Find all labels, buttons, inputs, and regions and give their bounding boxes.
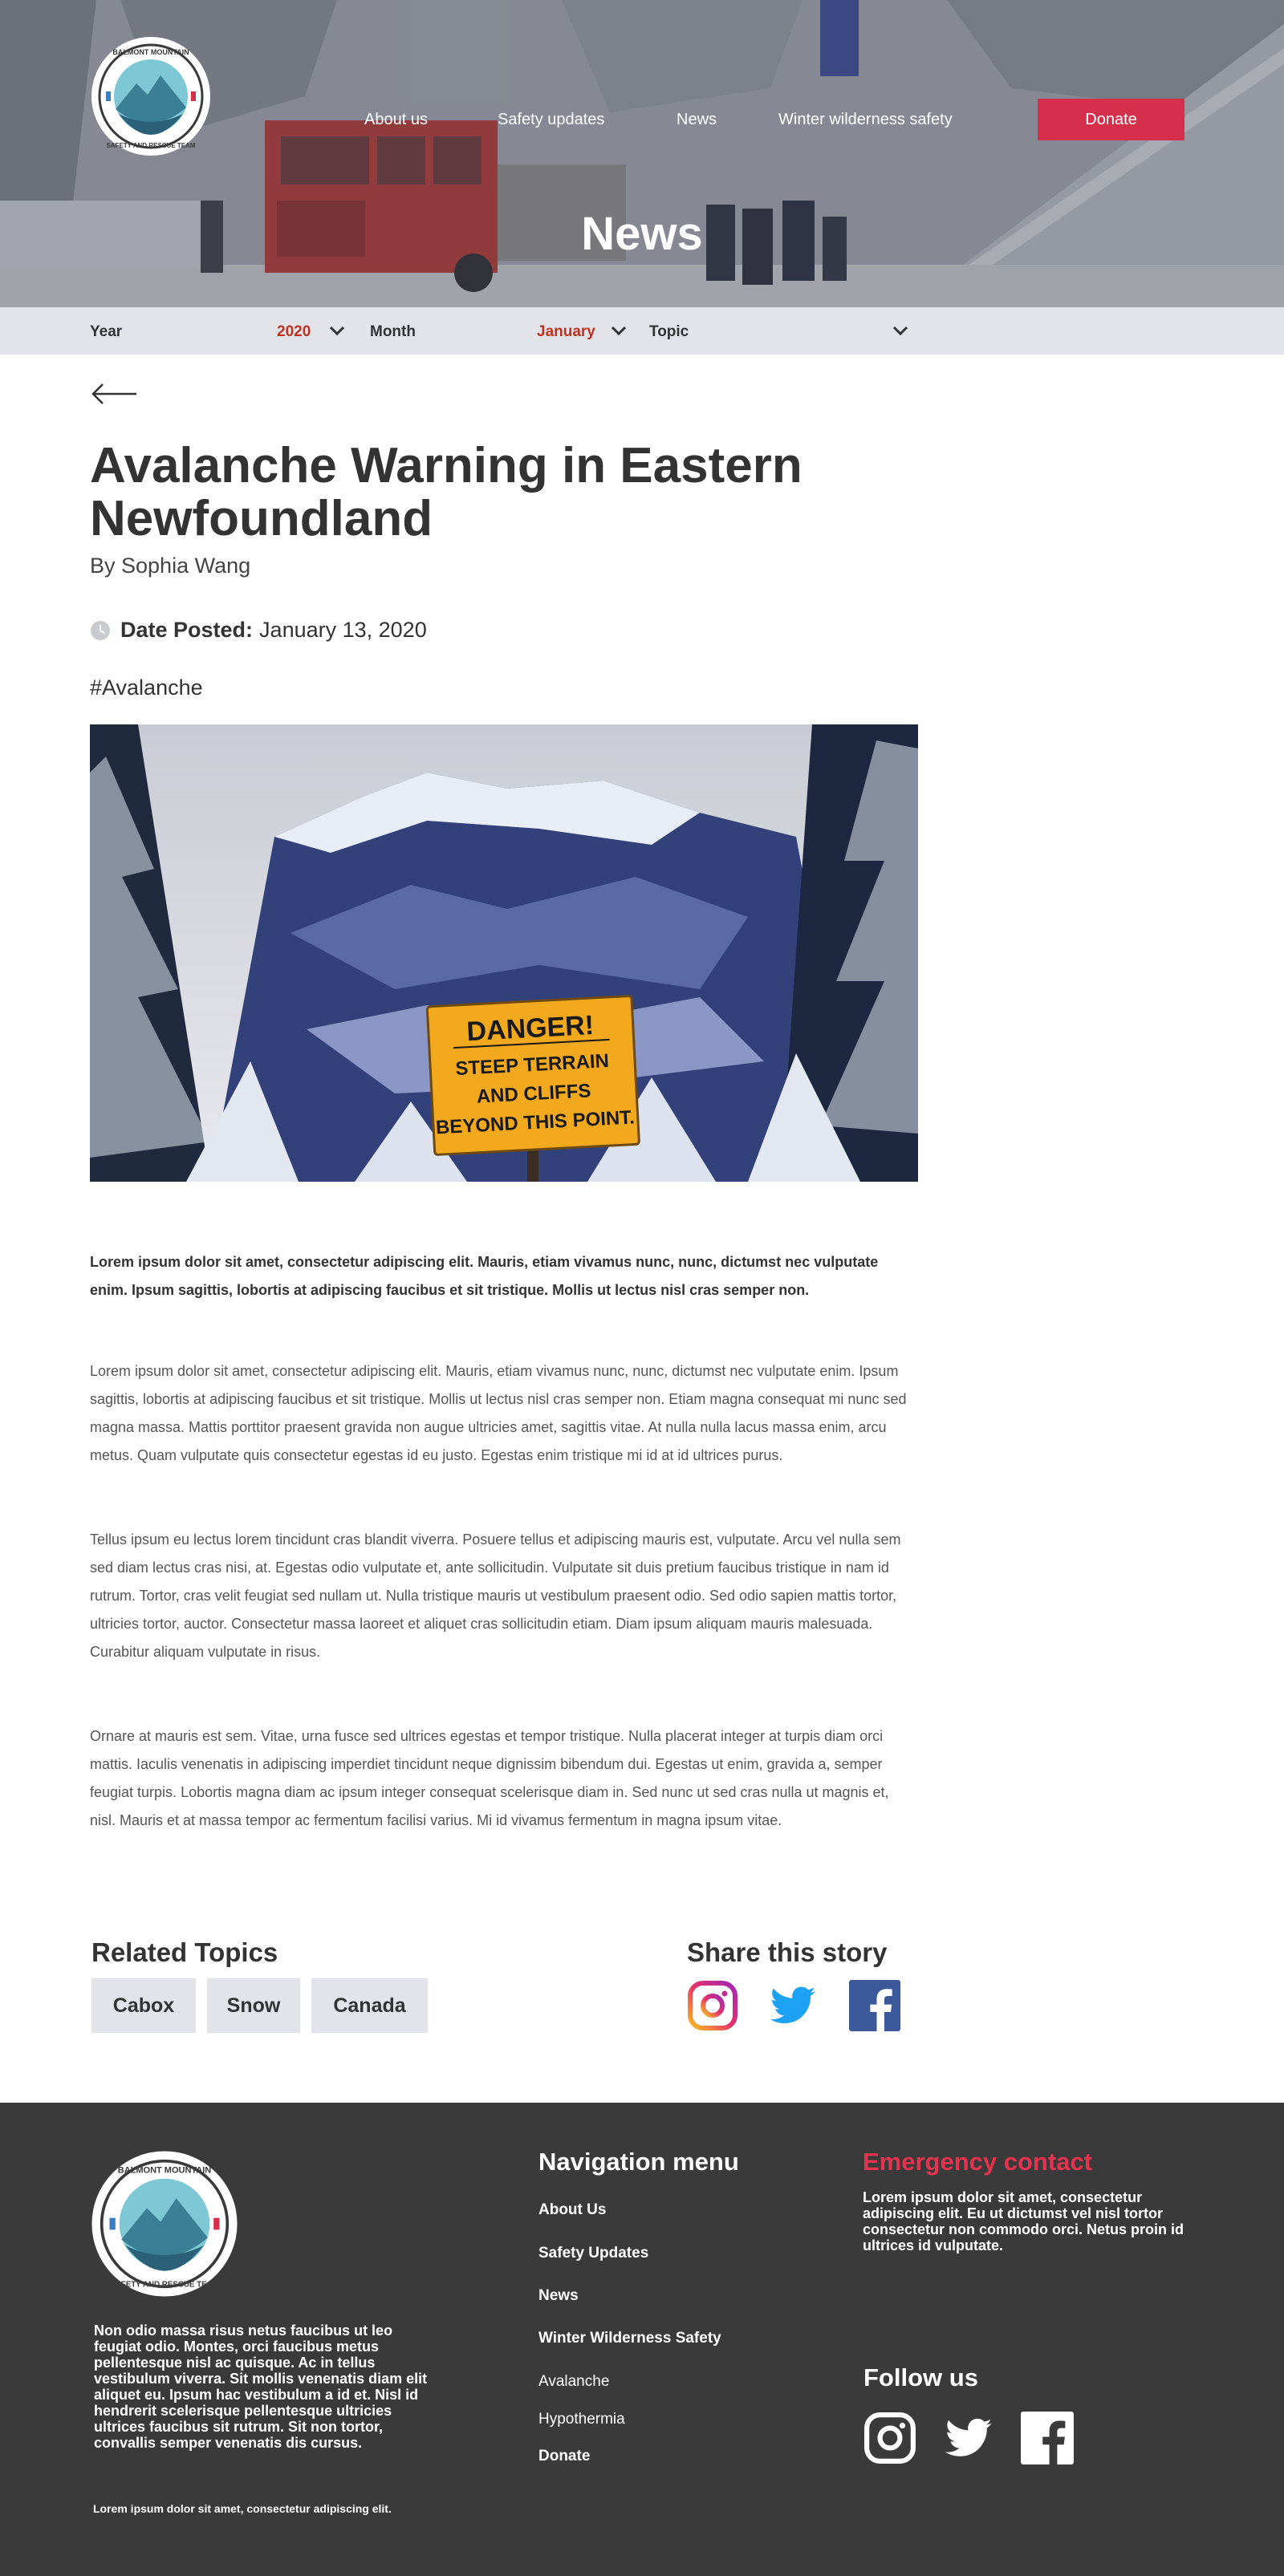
arrow-left-icon[interactable] xyxy=(90,382,138,406)
article-paragraph: Lorem ipsum dolor sit amet, consectetur … xyxy=(90,1363,907,1463)
follow-us-title: Follow us xyxy=(863,2363,978,2391)
donate-button[interactable]: Donate xyxy=(1038,99,1184,140)
article-image: DANGER! STEEP TERRAIN AND CLIFFS BEYOND … xyxy=(90,724,918,1182)
footer-link-news[interactable]: News xyxy=(538,2287,579,2305)
svg-text:BALMONT MOUNTAIN: BALMONT MOUNTAIN xyxy=(118,2165,212,2175)
year-filter-label: Year xyxy=(90,323,123,340)
topic-tag[interactable]: Cabox xyxy=(91,1978,196,2033)
topic-filter-label: Topic xyxy=(649,323,689,340)
article-paragraph: Ornare at mauris est sem. Vitae, urna fu… xyxy=(90,1728,889,1828)
instagram-icon[interactable] xyxy=(863,2412,916,2464)
footer-link-about-us[interactable]: About Us xyxy=(538,2201,606,2219)
twitter-icon[interactable] xyxy=(942,2412,995,2464)
nav-news[interactable]: News xyxy=(677,111,717,129)
facebook-icon[interactable] xyxy=(1021,2412,1074,2464)
svg-text:BALMONT MOUNTAIN: BALMONT MOUNTAIN xyxy=(112,48,189,56)
emergency-contact-title: Emergency contact xyxy=(863,2148,1092,2176)
footer-bottom-text: Lorem ipsum dolor sit amet, consectetur … xyxy=(93,2502,392,2515)
facebook-icon[interactable] xyxy=(849,1980,900,2031)
article-title: Avalanche Warning in Eastern Newfoundlan… xyxy=(90,438,802,546)
emergency-contact-text: Lorem ipsum dolor sit amet, consectetur … xyxy=(863,2189,1184,2253)
footer-nav-title: Navigation menu xyxy=(538,2148,739,2176)
chevron-down-icon[interactable] xyxy=(608,320,629,341)
nav-winter-wilderness-safety[interactable]: Winter wilderness safety xyxy=(778,111,953,129)
site-logo[interactable]: BALMONT MOUNTAIN SAFETY AND RESCUE TEAM xyxy=(90,35,212,157)
chevron-down-icon[interactable] xyxy=(890,320,911,341)
clock-icon xyxy=(91,620,110,640)
footer-about-text: Non odio massa risus netus faucibus ut l… xyxy=(94,2322,428,2451)
article-lead: Lorem ipsum dolor sit amet, consectetur … xyxy=(90,1254,879,1298)
footer-logo[interactable]: BALMONT MOUNTAIN SAFETY AND RESCUE TEAM xyxy=(90,2149,239,2298)
instagram-icon[interactable] xyxy=(687,1980,738,2031)
nav-safety-updates[interactable]: Safety updates xyxy=(498,111,604,129)
article-hashtag[interactable]: #Avalanche xyxy=(90,675,203,700)
nav-about-us[interactable]: About us xyxy=(364,111,428,129)
article-byline: By Sophia Wang xyxy=(90,554,251,578)
article-date: Date Posted: January 13, 2020 xyxy=(90,618,427,643)
date-label: Date Posted: xyxy=(120,618,254,642)
svg-text:SAFETY AND RESCUE TEAM: SAFETY AND RESCUE TEAM xyxy=(106,142,195,149)
chevron-down-icon[interactable] xyxy=(327,320,347,341)
article-paragraph: Tellus ipsum eu lectus lorem tincidunt c… xyxy=(90,1531,901,1660)
topic-tag[interactable]: Canada xyxy=(311,1978,428,2033)
topic-tag[interactable]: Snow xyxy=(207,1978,300,2033)
footer-link-safety-updates[interactable]: Safety Updates xyxy=(538,2245,648,2262)
svg-text:SAFETY AND RESCUE TEAM: SAFETY AND RESCUE TEAM xyxy=(110,2280,219,2289)
related-topics-title: Related Topics xyxy=(91,1937,278,1967)
share-story-title: Share this story xyxy=(687,1937,888,1967)
footer-link-donate[interactable]: Donate xyxy=(538,2448,590,2465)
month-filter-select[interactable]: January xyxy=(537,323,595,341)
hero-header: BALMONT MOUNTAIN SAFETY AND RESCUE TEAM … xyxy=(0,0,1284,307)
footer-link-avalanche[interactable]: Avalanche xyxy=(538,2373,609,2391)
month-filter-label: Month xyxy=(370,323,416,340)
year-filter-select[interactable]: 2020 xyxy=(277,323,311,341)
twitter-icon[interactable] xyxy=(767,1980,819,2031)
date-value: January 13, 2020 xyxy=(259,618,427,642)
page-title: News xyxy=(581,208,703,260)
footer-link-winter-wilderness-safety[interactable]: Winter Wilderness Safety xyxy=(538,2330,721,2347)
site-footer: BALMONT MOUNTAIN SAFETY AND RESCUE TEAM … xyxy=(0,2103,1284,2576)
filter-bar: Year 2020 Month January Topic xyxy=(0,307,1284,355)
footer-link-hypothermia[interactable]: Hypothermia xyxy=(538,2411,625,2428)
